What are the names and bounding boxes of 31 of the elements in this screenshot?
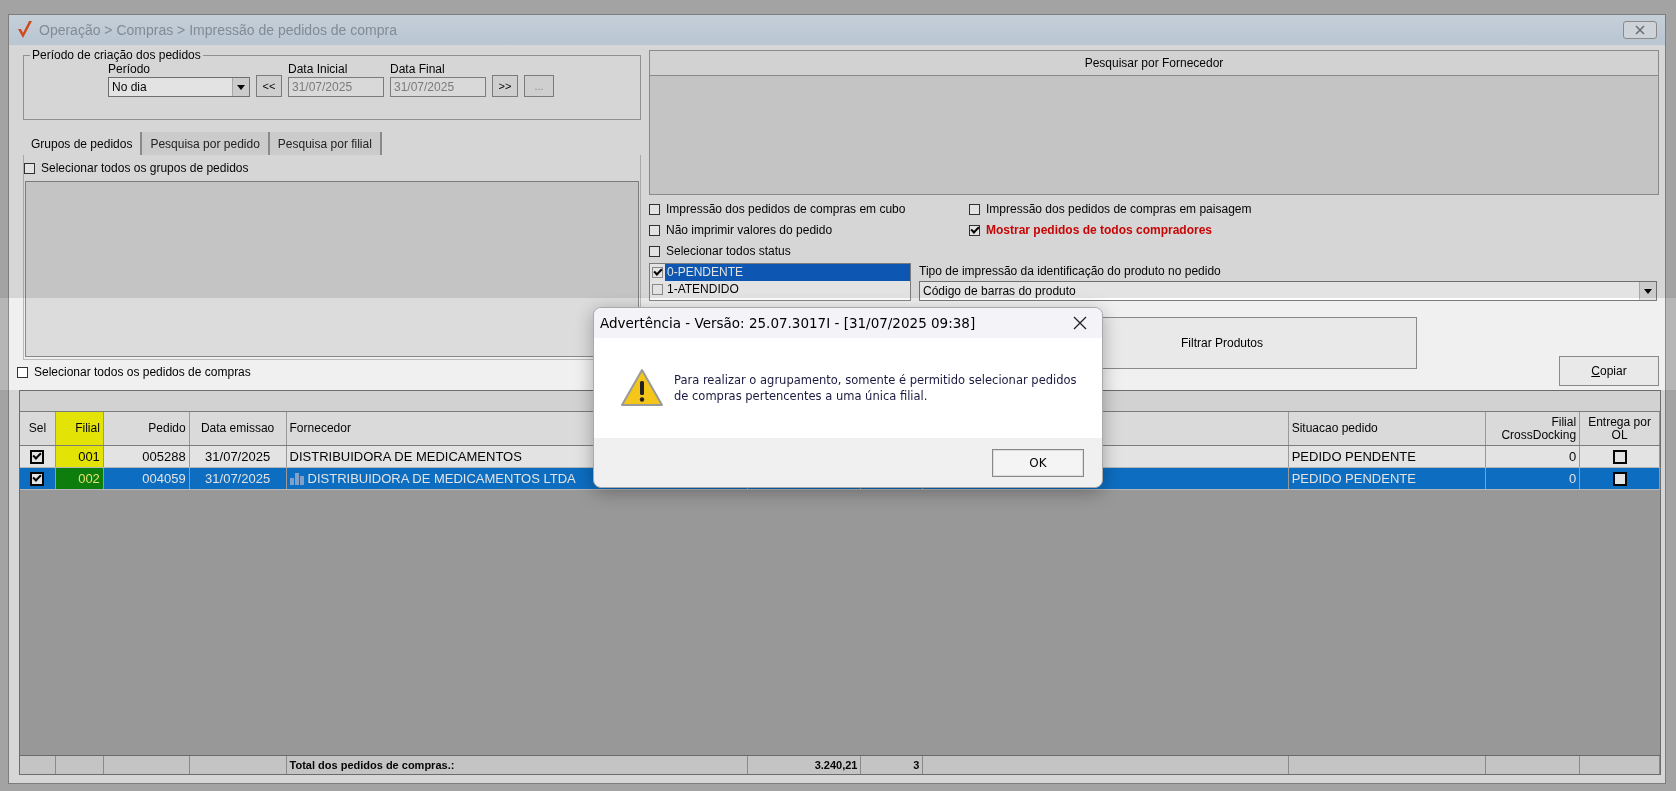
checkbox-label: Selecionar todos status [666,244,791,258]
total-label: Total dos pedidos de compras.: [286,756,748,774]
period-label: Período [108,62,152,77]
start-date-label: Data Inicial [288,62,349,77]
checkbox-label: Mostrar pedidos de todos compradores [986,223,1213,237]
window-title: Operação > Compras > Impressão de pedidos de compra [39,22,397,38]
table-cell: PEDIDO PENDENTE [1288,446,1487,467]
table-cell: 005288 [103,446,190,467]
table-cell: 004059 [103,468,190,489]
total-value: 3.240,21 [747,756,862,774]
table-cell: 001 [55,446,104,467]
checkbox-label: Selecionar todos os pedidos de compras [34,365,251,379]
checkbox-label: Impressão dos pedidos de compras em cubo [666,202,906,216]
dialog-title: Advertência - Versão: 25.07.3017I - [31/07/2025 09:38] [600,315,976,331]
checkbox-label: Selecionar todos os grupos de pedidos [41,161,249,175]
print-type-label: Tipo de impressão da identificação do produto no pedido [919,264,1222,279]
table-cell: 31/07/2025 [189,468,287,489]
panel-header: Pesquisar por Fornecedor [650,51,1658,76]
table-cell: 31/07/2025 [189,446,287,467]
table-cell: 0 [1486,446,1581,467]
table-cell: DISTRIBUIDORA DE MEDICAMENTOS LTDA [307,471,576,486]
checkbox-label: Impressão dos pedidos de compras em paisagem [986,202,1252,216]
dialog-message: Para realizar o agrupamento, somente é permitido selecionar pedidos de compras pertencentes a uma única filial. [674,372,1078,404]
checkbox-label: Não imprimir valores do pedido [666,223,833,237]
group-legend: Período de criação dos pedidos [30,48,203,62]
table-cell: DISTRIBUIDORA DE MEDICAMENTOS [289,449,522,464]
total-count: 3 [861,756,924,774]
end-date-label: Data Final [390,62,446,77]
table-cell: 002 [55,468,104,489]
table-cell: 0 [1486,468,1581,489]
table-cell: PEDIDO PENDENTE [1288,468,1487,489]
